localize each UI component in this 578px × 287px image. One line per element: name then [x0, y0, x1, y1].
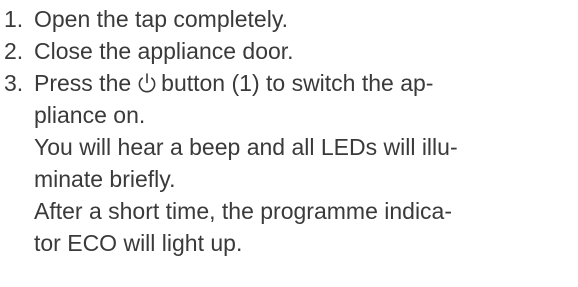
instruction-page: 1. Open the tap completely. 2. Close the…	[0, 0, 578, 287]
step-number: 3.	[4, 70, 24, 96]
instruction-steps: 1. Open the tap completely. 2. Close the…	[4, 3, 574, 259]
step-line: minate briefly.	[34, 166, 176, 192]
step-text-before-icon: Press the	[34, 70, 132, 96]
step-line: Close the appliance door.	[34, 38, 294, 64]
step-line: pliance on.	[34, 102, 146, 128]
step-text: Open the tap completely.	[34, 3, 574, 35]
step-1: 1. Open the tap completely.	[4, 3, 574, 35]
step-3: 3. Press the button (1) to switch the ap-…	[4, 67, 574, 259]
power-icon	[137, 72, 157, 94]
step-2: 2. Close the appliance door.	[4, 35, 574, 67]
step-number: 1.	[4, 6, 24, 32]
step-line-with-icon: Press the button (1) to switch the ap-	[34, 67, 574, 99]
step-line: You will hear a beep and all LEDs will i…	[34, 134, 458, 160]
step-line: Open the tap completely.	[34, 6, 288, 32]
step-line: tor ECO will light up.	[34, 230, 243, 256]
step-text: Close the appliance door.	[34, 35, 574, 67]
step-line: After a short time, the programme indica…	[34, 198, 452, 224]
step-number: 2.	[4, 38, 24, 64]
step-text-after-icon: button (1) to switch the ap-	[161, 70, 434, 96]
step-text: Press the button (1) to switch the ap- pl…	[34, 67, 574, 259]
